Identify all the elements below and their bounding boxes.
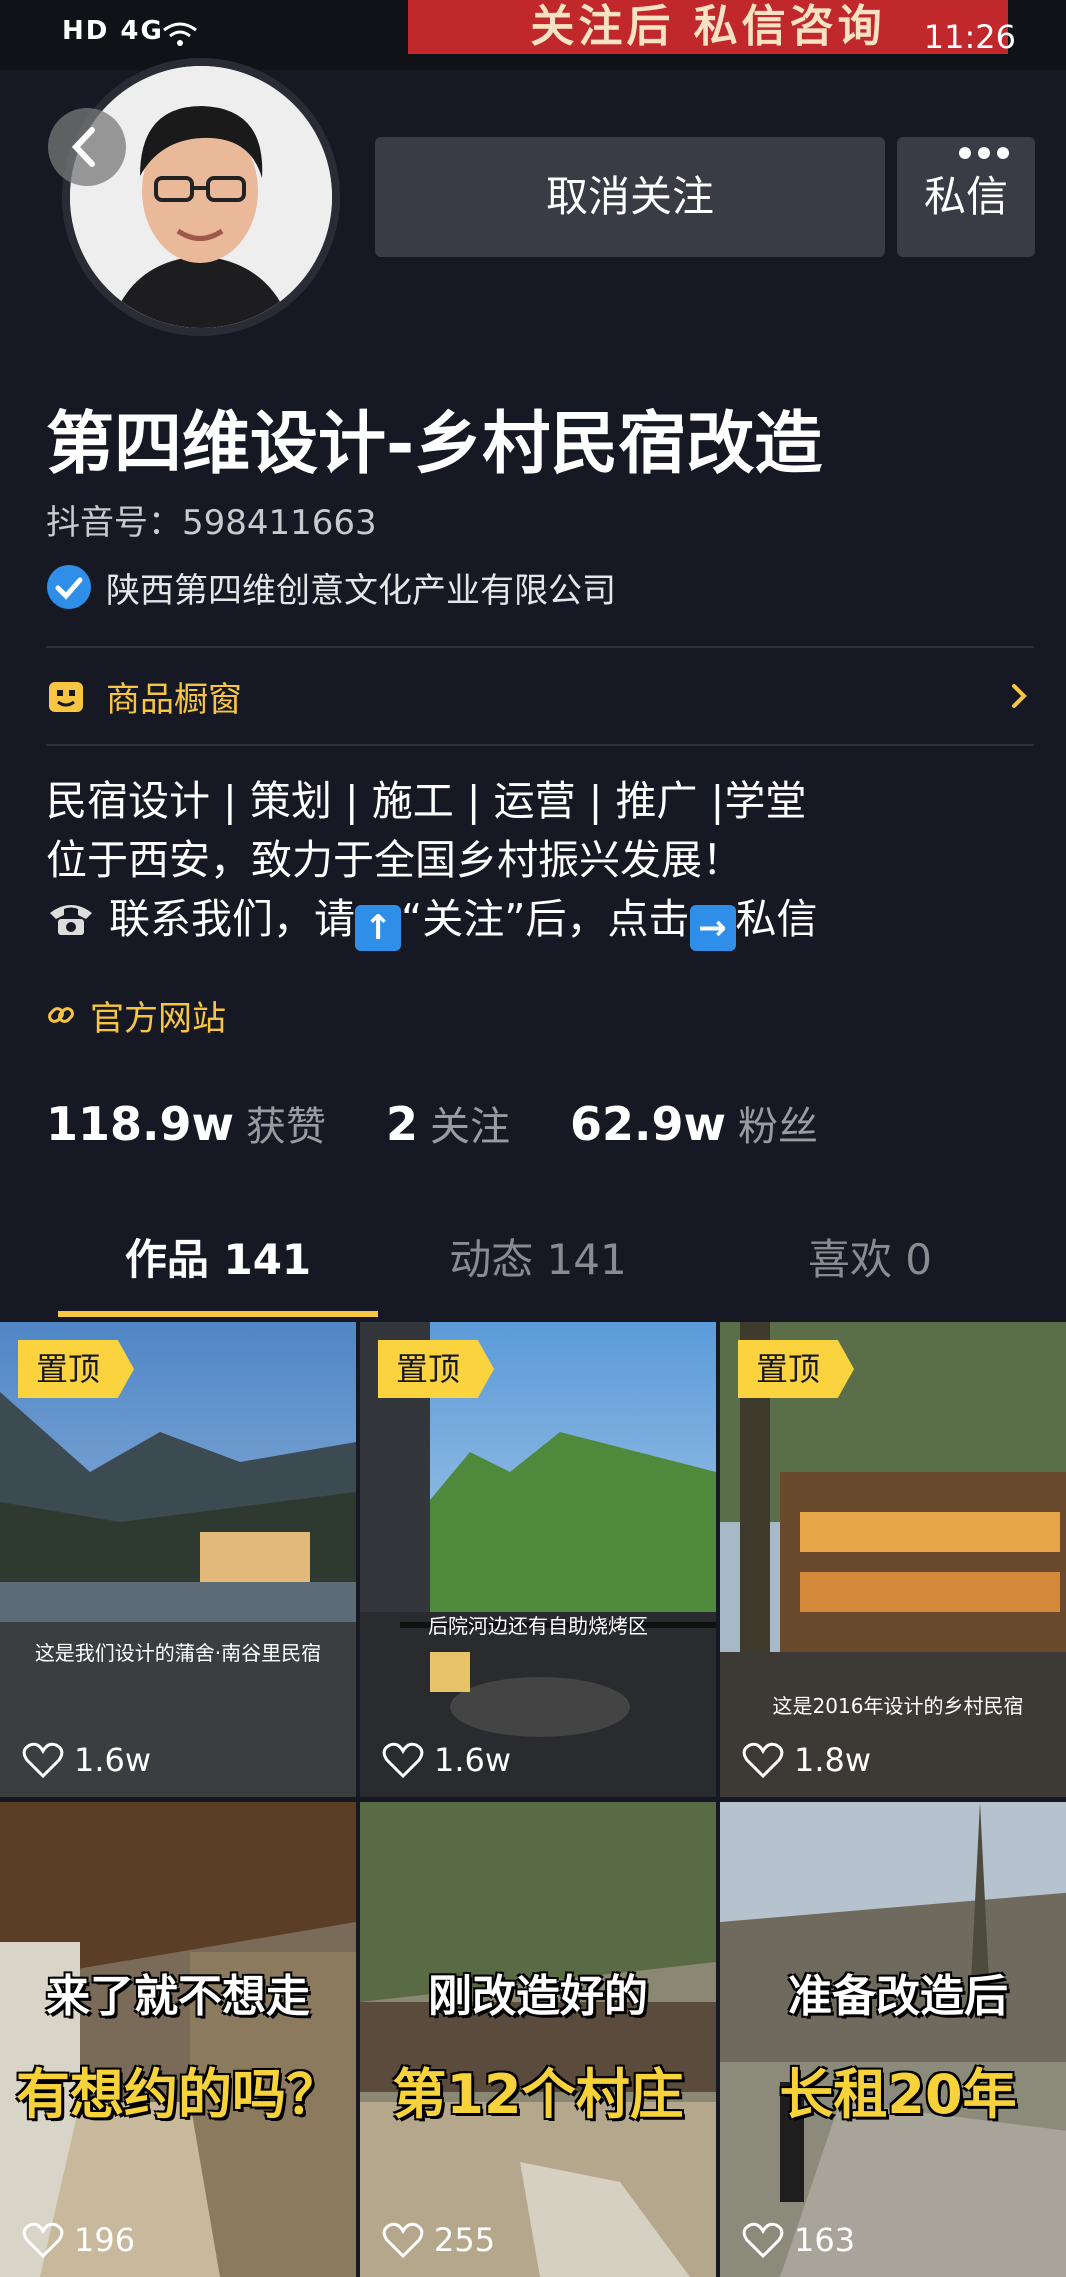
bio-contact-text: 私信 [735,895,818,943]
video-headline: 准备改造后 [788,1971,1008,2022]
thumbnail-image [720,1802,1066,2277]
pinned-badge: 置顶 [738,1340,855,1398]
like-count: 255 [434,2221,496,2259]
video-headline-accent: 有想约的吗？ [16,2063,340,2126]
arrow-right-icon: → [689,905,736,951]
like-count-row: 1.6w [382,1741,511,1779]
divider [46,744,1034,746]
back-button[interactable] [48,108,126,186]
tab-works[interactable]: 作品 141 [58,1225,378,1315]
clock: 11:26 [923,18,1016,56]
heart-icon [22,2222,64,2259]
website-label: 官方网站 [90,998,226,1039]
signal-indicator: HD 4G [62,16,164,46]
chevron-right-icon [1012,684,1027,708]
heart-icon [22,1742,64,1779]
verified-badge-icon [47,565,91,609]
link-icon [48,1007,74,1023]
like-count: 163 [794,2221,856,2259]
video-headline: 刚改造好的 [428,1971,648,2022]
tab-underline [58,1311,378,1317]
bio-contact-text: “关注”后，点击 [401,895,690,943]
avatar[interactable] [62,58,340,336]
bio-contact-text: 联系我们，请 [109,895,356,943]
video-headline: 来了就不想走 [46,1971,310,2022]
like-count: 1.8w [794,1741,872,1779]
heart-icon [382,1742,424,1779]
shop-window-label: 商品橱窗 [106,679,242,720]
bio-line: 联系我们，请 ↑ “关注”后，点击 → 私信 [46,890,818,951]
douyin-id[interactable]: 抖音号：598411663 [46,495,377,544]
bio: 民宿设计 | 策划 | 施工 | 运营 | 推广 |学堂 位于西安，致力于全国乡… [46,772,818,951]
like-count-row: 1.8w [742,1741,871,1779]
heart-icon [382,2222,424,2259]
bio-line: 位于西安，致力于全国乡村振兴发展！ [46,836,743,884]
thumbnail-image [0,1802,356,2277]
fans-label[interactable]: 粉丝 [738,1094,818,1152]
video-thumbnail[interactable]: 刚改造好的 第12个村庄 255 [360,1802,716,2277]
shop-window-row[interactable]: 商品橱窗 [46,668,1034,724]
like-count-row: 1.6w [22,1741,151,1779]
video-caption: 这是我们设计的蒲舍·南谷里民宿 [34,1641,322,1665]
website-link[interactable]: 官方网站 [46,990,226,1040]
profile-name: 第四维设计-乡村民宿改造 [46,405,823,484]
pinned-badge: 置顶 [18,1340,135,1398]
chevron-left-icon [71,127,95,167]
video-headline-accent: 长租20年 [779,2063,1017,2126]
avatar-portrait [70,66,332,328]
like-count: 196 [74,2221,136,2259]
storefront-icon [49,682,83,712]
video-thumbnail[interactable]: 准备改造后 长租20年 163 [720,1802,1066,2277]
like-count-row: 196 [22,2221,135,2259]
pinned-badge: 置顶 [378,1340,495,1398]
video-thumbnail[interactable]: 置顶 这是2016年设计的乡村民宿 1.8w [720,1322,1066,1797]
video-thumbnail[interactable]: 置顶 这是我们设计的蒲舍·南谷里民宿 1.6w [0,1322,356,1797]
video-headline-accent: 第12个村庄 [392,2063,684,2126]
more-options-icon[interactable] [957,143,1011,163]
video-caption: 后院河边还有自助烧烤区 [428,1614,648,1638]
like-count-row: 163 [742,2221,855,2259]
telephone-icon [50,905,92,935]
likes-count: 118.9w [46,1097,234,1151]
promo-banner[interactable]: 关注后 私信咨询 [408,0,1008,54]
likes-label: 获赞 [246,1104,326,1150]
following-label[interactable]: 关注 [430,1094,510,1152]
like-count: 1.6w [74,1741,152,1779]
fans-count[interactable]: 62.9w [570,1097,726,1151]
thumbnail-image [360,1802,716,2277]
like-count-row: 255 [382,2221,495,2259]
video-thumbnail[interactable]: 置顶 后院河边还有自助烧烤区 1.6w [360,1322,716,1797]
bio-line: 民宿设计 | 策划 | 施工 | 运营 | 推广 |学堂 [46,777,807,825]
content-tabs: 作品 141 动态 141 喜欢 0 [0,1225,1066,1320]
divider [46,646,1034,648]
arrow-up-icon: ↑ [355,905,402,951]
tab-likes[interactable]: 喜欢 0 [710,1225,1030,1315]
verification-row: 陕西第四维创意文化产业有限公司 [46,562,616,612]
tab-activity[interactable]: 动态 141 [378,1225,698,1315]
heart-icon [742,1742,784,1779]
video-thumbnail[interactable]: 来了就不想走 有想约的吗？ 196 [0,1802,356,2277]
heart-icon [742,2222,784,2259]
video-caption: 这是2016年设计的乡村民宿 [772,1694,1024,1718]
following-count[interactable]: 2 [386,1097,418,1151]
verification-company: 陕西第四维创意文化产业有限公司 [106,570,616,611]
stats-row: 118.9w 获赞 2 关注 62.9w 粉丝 [46,1094,878,1164]
unfollow-button[interactable]: 取消关注 [375,137,885,257]
like-count: 1.6w [434,1741,512,1779]
wifi-icon [163,22,197,46]
